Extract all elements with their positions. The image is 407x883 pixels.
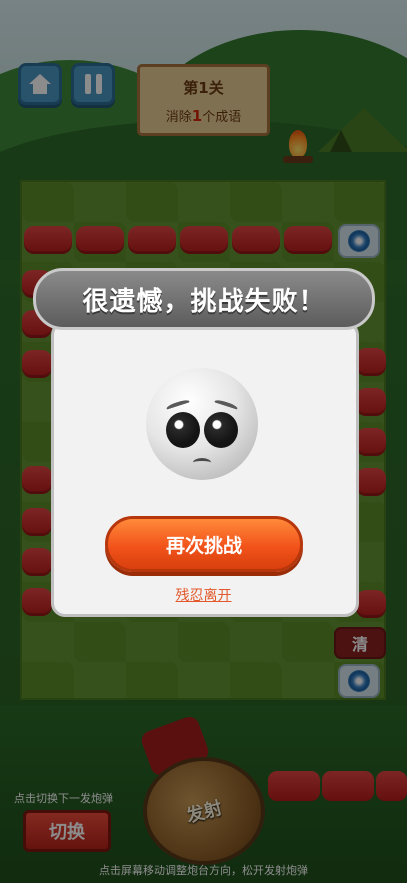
retry-button[interactable]: 再次挑战	[105, 516, 303, 572]
pleading-face-icon	[146, 368, 258, 480]
dialog-title: 很遗憾，挑战失败！	[33, 268, 375, 330]
leave-link[interactable]: 残忍离开	[0, 585, 407, 605]
